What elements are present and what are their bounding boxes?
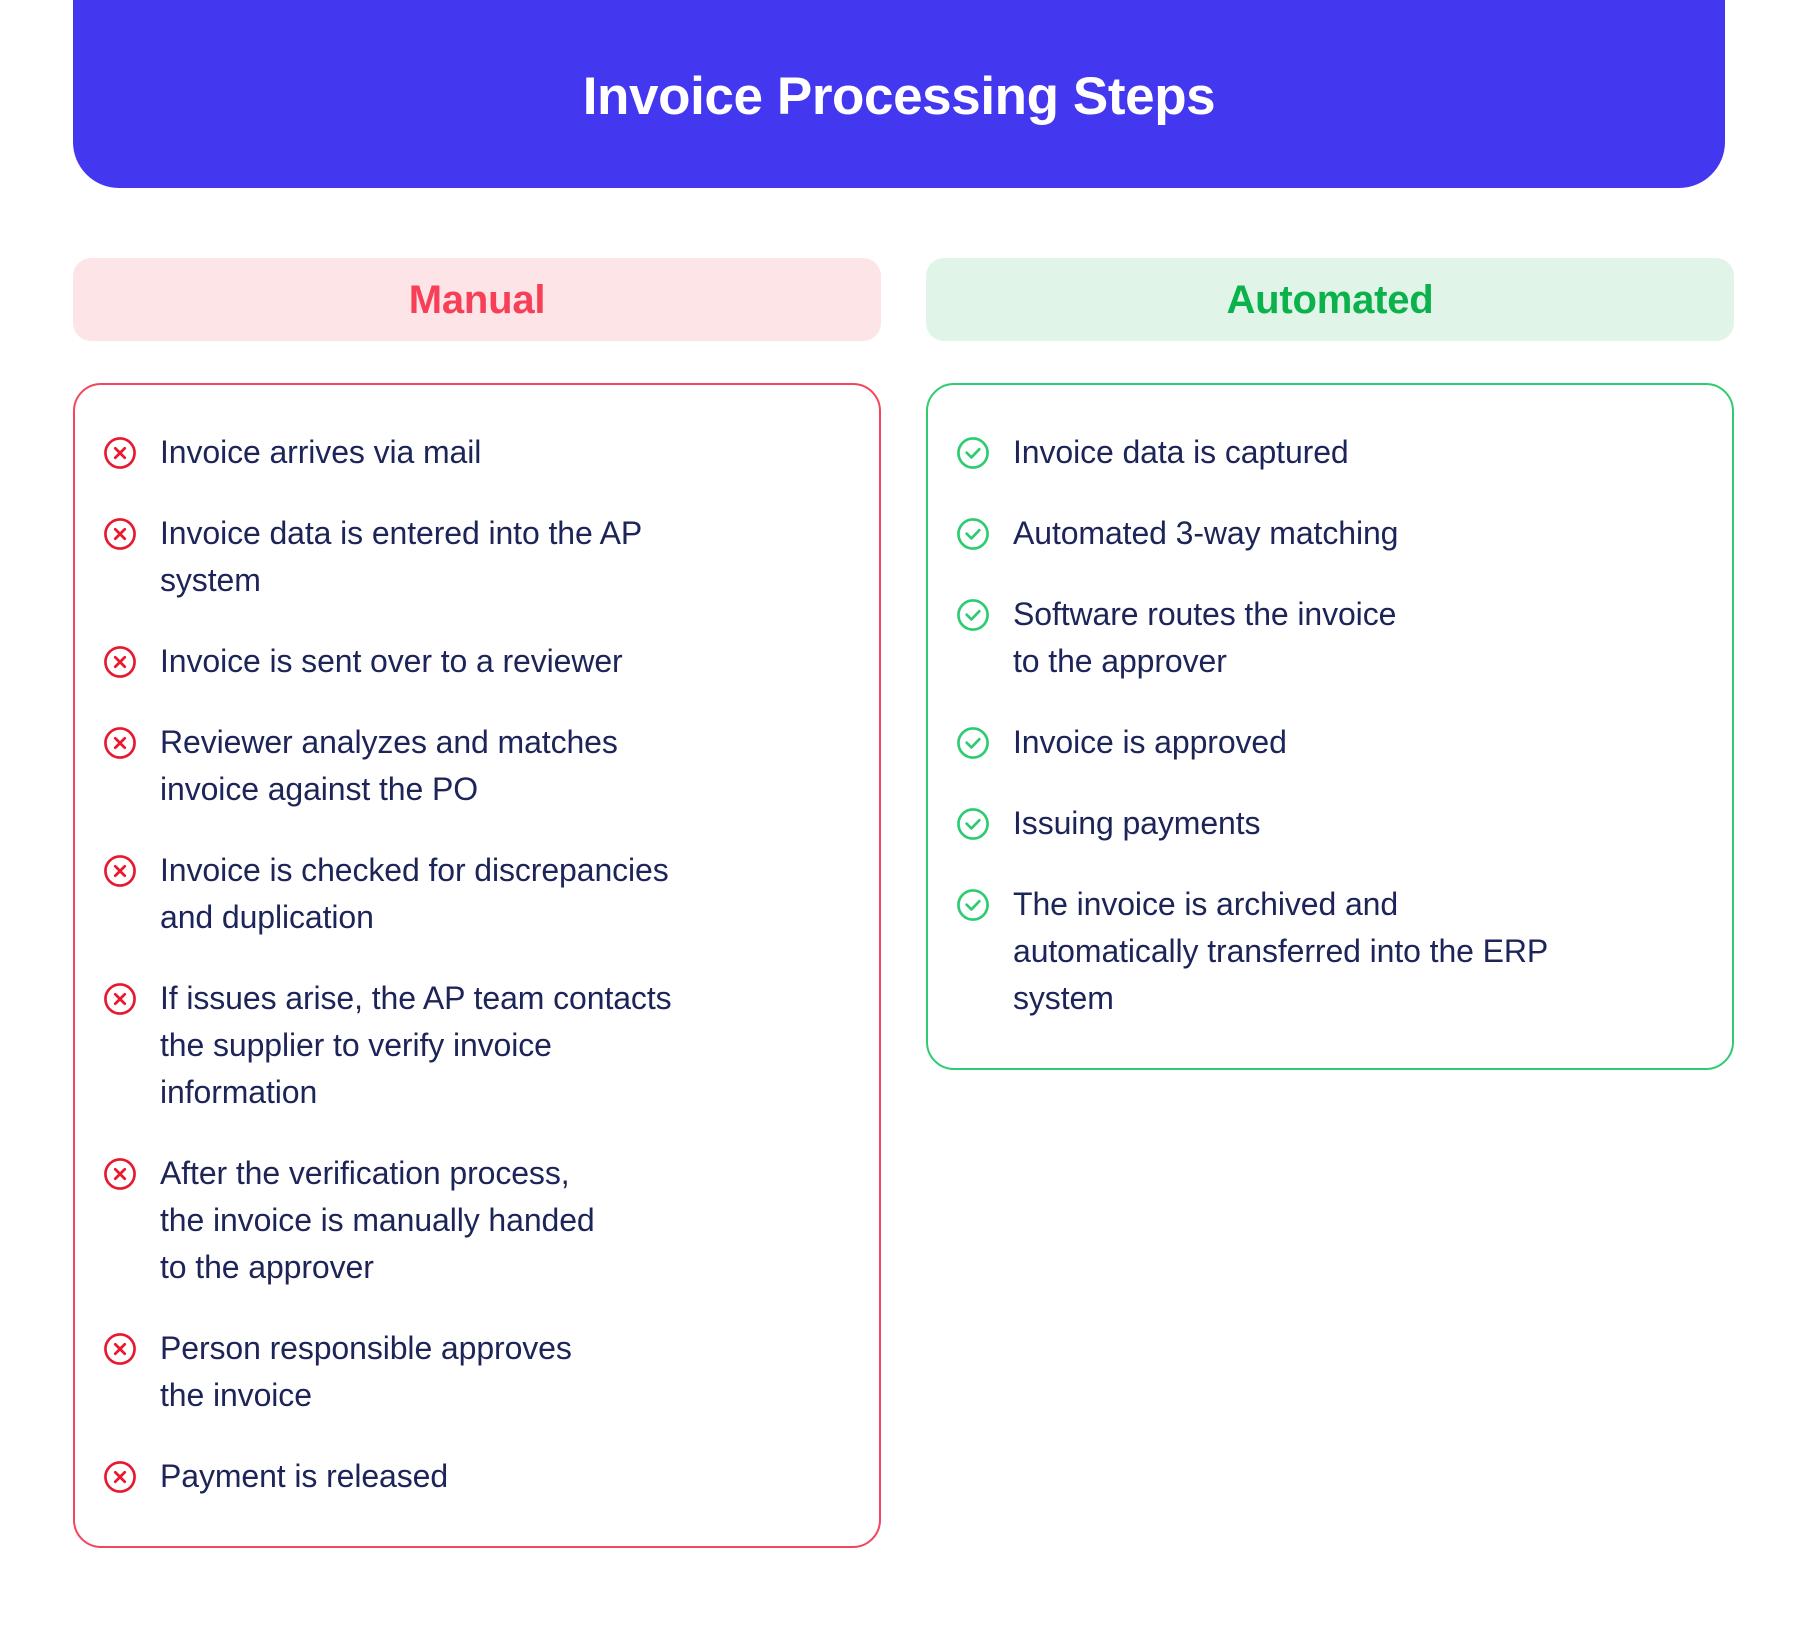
step-label: Invoice is checked for discrepancies and… <box>160 852 669 935</box>
steps-list-automated: Invoice data is captured Automated 3-way… <box>954 429 1698 1022</box>
list-item: Invoice data is entered into the AP syst… <box>101 510 845 604</box>
step-label: Invoice is sent over to a reviewer <box>160 643 623 679</box>
list-item: Software routes the invoice to the appro… <box>954 591 1698 685</box>
list-item: After the verification process, the invo… <box>101 1150 845 1291</box>
list-item: Invoice is checked for discrepancies and… <box>101 847 845 941</box>
circle-check-icon <box>957 727 989 759</box>
circle-x-icon <box>104 1461 136 1493</box>
step-label: Invoice arrives via mail <box>160 434 482 470</box>
step-label: After the verification process, the invo… <box>160 1155 595 1285</box>
steps-card-automated: Invoice data is captured Automated 3-way… <box>926 383 1734 1070</box>
list-item: Issuing payments <box>954 800 1698 847</box>
circle-x-icon <box>104 437 136 469</box>
list-item: Person responsible approves the invoice <box>101 1325 845 1419</box>
list-item: Invoice arrives via mail <box>101 429 845 476</box>
step-label: Issuing payments <box>1013 805 1261 841</box>
step-label: Invoice is approved <box>1013 724 1287 760</box>
column-title-automated: Automated <box>1226 277 1434 322</box>
step-label: Software routes the invoice to the appro… <box>1013 596 1397 679</box>
comparison-columns: Manual Invoice arrives via mail Invoice … <box>73 258 1734 1548</box>
list-item: Invoice is sent over to a reviewer <box>101 638 845 685</box>
circle-x-icon <box>104 983 136 1015</box>
list-item: Payment is released <box>101 1453 845 1500</box>
header-banner: Invoice Processing Steps <box>73 0 1725 188</box>
circle-x-icon <box>104 518 136 550</box>
list-item: The invoice is archived and automaticall… <box>954 881 1698 1022</box>
infographic-page: Invoice Processing Steps Manual Invoice … <box>0 0 1800 1649</box>
list-item: Reviewer analyzes and matches invoice ag… <box>101 719 845 813</box>
column-title-manual: Manual <box>408 277 546 322</box>
step-label: The invoice is archived and automaticall… <box>1013 886 1549 1016</box>
list-item: If issues arise, the AP team contacts th… <box>101 975 845 1116</box>
column-header-manual: Manual <box>73 258 881 341</box>
step-label: Payment is released <box>160 1458 449 1494</box>
circle-x-icon <box>104 727 136 759</box>
circle-x-icon <box>104 855 136 887</box>
step-label: Reviewer analyzes and matches invoice ag… <box>160 724 618 807</box>
column-manual: Manual Invoice arrives via mail Invoice … <box>73 258 881 1548</box>
circle-check-icon <box>957 889 989 921</box>
step-label: Automated 3-way matching <box>1013 515 1399 551</box>
step-label: Person responsible approves the invoice <box>160 1330 572 1413</box>
circle-check-icon <box>957 808 989 840</box>
circle-check-icon <box>957 599 989 631</box>
circle-x-icon <box>104 1333 136 1365</box>
steps-list-manual: Invoice arrives via mail Invoice data is… <box>101 429 845 1500</box>
step-label: Invoice data is captured <box>1013 434 1349 470</box>
circle-check-icon <box>957 518 989 550</box>
column-header-automated: Automated <box>926 258 1734 341</box>
step-label: If issues arise, the AP team contacts th… <box>160 980 672 1110</box>
step-label: Invoice data is entered into the AP syst… <box>160 515 643 598</box>
circle-check-icon <box>957 437 989 469</box>
circle-x-icon <box>104 1158 136 1190</box>
page-title: Invoice Processing Steps <box>582 66 1216 126</box>
list-item: Invoice is approved <box>954 719 1698 766</box>
column-automated: Automated Invoice data is captured Autom… <box>926 258 1734 1070</box>
list-item: Invoice data is captured <box>954 429 1698 476</box>
list-item: Automated 3-way matching <box>954 510 1698 557</box>
steps-card-manual: Invoice arrives via mail Invoice data is… <box>73 383 881 1548</box>
circle-x-icon <box>104 646 136 678</box>
